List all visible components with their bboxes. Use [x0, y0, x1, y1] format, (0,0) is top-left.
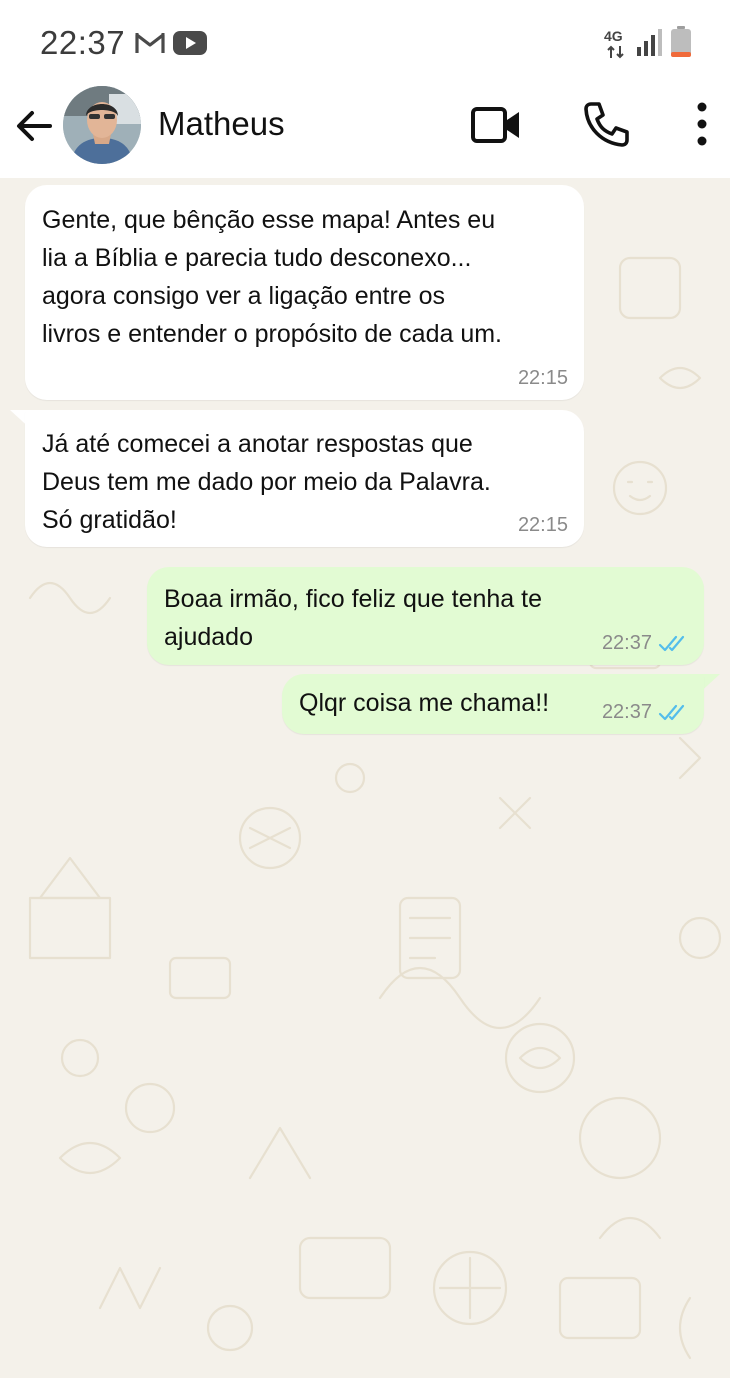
- message-bubble-outgoing[interactable]: Boaa irmão, fico feliz que tenha te ajud…: [147, 567, 704, 665]
- battery-icon: [670, 26, 692, 63]
- message-bubble-incoming[interactable]: Gente, que bênção esse mapa! Antes eu li…: [25, 185, 584, 400]
- gmail-icon: [134, 30, 166, 61]
- message-meta: 22:37: [602, 701, 688, 724]
- message-time: 22:15: [517, 514, 568, 536]
- avatar[interactable]: [63, 86, 141, 164]
- chat-area[interactable]: Gente, que bênção esse mapa! Antes eu li…: [0, 178, 730, 1378]
- network-indicator: 4G: [604, 28, 630, 62]
- double-check-icon: [658, 704, 685, 720]
- chat-header: Matheus: [0, 80, 730, 178]
- message-meta: 22:15: [518, 514, 568, 537]
- message-time: 22:37: [601, 632, 652, 654]
- message-meta: 22:15: [518, 367, 568, 390]
- message-text: Já até comecei a anotar respostas que De…: [42, 430, 491, 534]
- message-text: Boaa irmão, fico feliz que tenha te ajud…: [164, 585, 543, 651]
- contact-name[interactable]: Matheus: [158, 105, 285, 143]
- double-check-icon: [658, 635, 685, 651]
- video-camera-icon: [471, 107, 519, 143]
- message-time: 22:37: [601, 701, 652, 723]
- message-time: 22:15: [517, 367, 568, 389]
- video-call-button[interactable]: [470, 102, 522, 148]
- youtube-icon: [172, 30, 208, 61]
- message-bubble-outgoing[interactable]: Qlqr coisa me chama!! 22:37: [282, 674, 704, 734]
- voice-call-button[interactable]: [582, 100, 630, 148]
- message-bubble-incoming[interactable]: Já até comecei a anotar respostas que De…: [25, 410, 584, 547]
- more-options-button[interactable]: [684, 100, 720, 148]
- status-bar: 22:37 4G: [0, 0, 730, 80]
- back-button[interactable]: [12, 104, 56, 148]
- message-text: Gente, que bênção esse mapa! Antes eu li…: [42, 206, 502, 348]
- phone-icon: [584, 102, 629, 147]
- status-app-icons: [134, 28, 208, 62]
- more-vertical-icon: [697, 102, 707, 146]
- status-right: 4G: [604, 26, 692, 63]
- status-time: 22:37: [40, 24, 126, 61]
- signal-icon: [636, 27, 664, 62]
- message-meta: 22:37: [602, 632, 688, 655]
- message-text: Qlqr coisa me chama!!: [299, 689, 550, 717]
- arrow-left-icon: [17, 111, 52, 141]
